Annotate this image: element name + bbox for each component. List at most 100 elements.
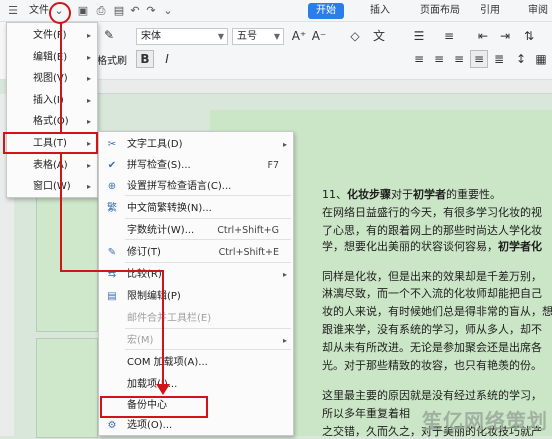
format-painter-label[interactable]: 格式刷: [97, 52, 127, 67]
chevron-right-icon: ▸: [282, 140, 287, 149]
chevron-right-icon: ▸: [87, 74, 92, 84]
tools-menu-item-label: COM 加载项(A)...: [127, 357, 208, 368]
annotation-arrow-icon: [156, 384, 170, 395]
phonetic-icon[interactable]: 文: [370, 27, 388, 45]
tab-references[interactable]: 引用: [480, 3, 500, 19]
app-menu-item[interactable]: 插入(I) ▸: [7, 91, 97, 111]
document-text-line: 在网络日益盛行的今天，有很多学习化妆的视: [322, 206, 542, 220]
tools-menu-item[interactable]: ▤ 限制编辑(P): [99, 287, 293, 307]
decrease-indent-icon[interactable]: ⇤: [474, 27, 492, 45]
tab-review[interactable]: 审阅: [528, 3, 548, 19]
tools-submenu: ✂ 文字工具(D) ▸ ✔ 拼写检查(S)... F7 ⊕ 设置拼写检查语言(C)... 繁中文…: [98, 131, 294, 436]
annotation-line: [60, 154, 62, 272]
tools-menu-item[interactable]: ⊕ 设置拼写检查语言(C)...: [99, 177, 293, 197]
horizontal-ruler[interactable]: [92, 80, 552, 94]
app-menu-item-label: 窗口(W): [33, 181, 71, 193]
document-bold-text: 初学者: [413, 188, 446, 201]
document-bold-text: 化妆步骤: [347, 188, 391, 201]
document-text: 在网络日益盛行的今天，有很多学习化妆的视: [322, 206, 542, 219]
tools-menu-item-label: 设置拼写检查语言(C)...: [127, 181, 232, 192]
document-text: 所以多年重复着相: [322, 407, 410, 420]
tools-menu-item[interactable]: ⚙ 选项(O)...: [99, 416, 293, 436]
tools-menu-item[interactable]: 字数统计(W)... Ctrl+Shift+G: [99, 221, 293, 241]
tools-menu-item[interactable]: ✂ 文字工具(D) ▸: [99, 135, 293, 155]
tools-menu-item-label: 字数统计(W)...: [127, 225, 195, 236]
save-icon[interactable]: ▣: [76, 4, 90, 18]
clear-format-icon[interactable]: ◇: [346, 27, 364, 45]
italic-button[interactable]: I: [158, 50, 176, 68]
align-left-icon[interactable]: ≡: [410, 50, 428, 68]
document-text-line: 妆的人来说，有时候她们总是得非常的盲从，想: [322, 305, 552, 319]
chevron-right-icon: ▸: [87, 182, 92, 192]
document-text: 妆的人来说，有时候她们总是得非常的盲从，想: [322, 305, 552, 318]
document-text-line: 光。对于那些精致的妆容，也只有艳羡的份。: [322, 359, 542, 373]
document-text: 光。对于那些精致的妆容，也只有艳羡的份。: [322, 359, 542, 372]
highlight-backup-center: [100, 396, 208, 418]
more-icon[interactable]: ⌄: [161, 4, 175, 18]
increase-indent-icon[interactable]: ⇥: [496, 27, 514, 45]
shading-icon[interactable]: ▦: [532, 50, 550, 68]
app-menu-item[interactable]: 编辑(E) ▸: [7, 48, 97, 68]
document-text-line: 却从未有所改进。无论是参加聚会还是出席各: [322, 341, 542, 355]
document-text: 同样是化妆，但是出来的效果却是千差万别，: [322, 270, 542, 283]
bold-button[interactable]: B: [136, 50, 154, 68]
file-menu-button[interactable]: 文件: [29, 3, 49, 19]
distributed-icon[interactable]: ≣: [490, 50, 508, 68]
shortcut-text: Ctrl+Shift+E: [218, 247, 279, 258]
page-thumbnail[interactable]: [36, 196, 98, 332]
tools-menu-item[interactable]: ✔ 拼写检查(S)... F7: [99, 156, 293, 176]
tools-menu-item[interactable]: ✎ 修订(T) Ctrl+Shift+E: [99, 243, 293, 263]
undo-icon[interactable]: ↶: [128, 4, 142, 18]
app-menu: 文件(F) ▸ 编辑(E) ▸ 视图(V) ▸ 插入(I) ▸ 格式(O) ▸ 工具(T) ▸ 表格(A…: [6, 22, 98, 198]
app-menu-item[interactable]: 窗口(W) ▸: [7, 177, 97, 197]
app-menu-item[interactable]: 格式(O) ▸: [7, 112, 97, 132]
app-menu-item[interactable]: 表格(A) ▸: [7, 156, 97, 176]
print-icon[interactable]: ⎙: [94, 4, 108, 18]
line-spacing-icon[interactable]: ↕: [512, 50, 530, 68]
tools-menu-item[interactable]: ⇆ 比较(R) ▸: [99, 265, 293, 285]
tools-menu-item[interactable]: 宏(M) ▸: [99, 331, 293, 351]
tools-menu-item-label: 中文简繁转换(N)...: [127, 203, 212, 214]
tools-menu-item-label: 限制编辑(P): [127, 291, 181, 302]
document-text-line: 所以多年重复着相: [322, 407, 410, 421]
font-name-value: 宋体: [141, 31, 161, 42]
document-text: 对于: [391, 188, 413, 201]
document-text: 跟谁来学，没有系统的学习，师从多人，却不: [322, 323, 542, 336]
watermark: 笙亿网络策划: [422, 409, 548, 433]
app-menu-item[interactable]: 视图(V) ▸: [7, 69, 97, 89]
tab-insert[interactable]: 插入: [370, 3, 390, 19]
restrict-icon: ▤: [107, 291, 117, 302]
redo-icon[interactable]: ↷: [144, 4, 158, 18]
document-text: 11、: [322, 188, 347, 201]
justify-icon[interactable]: ≡: [470, 50, 488, 68]
chevron-right-icon: ▸: [87, 31, 92, 40]
highlight-circle: [49, 2, 71, 24]
shrink-font-icon[interactable]: A⁻: [310, 27, 328, 45]
tab-start[interactable]: 开始: [308, 3, 344, 19]
document-text-line: 学，想要化出美丽的状容谈何容易，初学者化: [322, 240, 542, 254]
tools-menu-item[interactable]: COM 加载项(A)...: [99, 353, 293, 373]
title-toolbar: ☰ 文件 ⌄ ▣ ⎙ ▤ ↶ ↷ ⌄ 开始 插入 页面布局 引用 审阅: [0, 0, 552, 22]
font-size-select[interactable]: 五号 ▼: [232, 28, 284, 45]
page-thumbnail[interactable]: [36, 338, 98, 438]
tab-page-layout[interactable]: 页面布局: [420, 3, 460, 19]
shortcut-text: F7: [267, 160, 279, 171]
sort-icon[interactable]: ⇅: [520, 27, 538, 45]
tools-menu-item[interactable]: 邮件合并工具栏(E): [99, 309, 293, 329]
print-preview-icon[interactable]: ▤: [112, 4, 126, 18]
format-painter-icon[interactable]: ✎: [100, 26, 118, 44]
tools-menu-item[interactable]: 加载项(I)...: [99, 375, 293, 395]
tools-menu-item[interactable]: 繁中文简繁转换(N)...: [99, 199, 293, 219]
bullet-list-icon[interactable]: ☰: [410, 27, 428, 45]
font-name-select[interactable]: 宋体 ▼: [136, 28, 228, 45]
tools-menu-item-label: 修订(T): [127, 247, 161, 258]
align-right-icon[interactable]: ≡: [450, 50, 468, 68]
chevron-down-icon: ▼: [217, 32, 224, 41]
grow-font-icon[interactable]: A⁺: [290, 27, 308, 45]
align-center-icon[interactable]: ≡: [430, 50, 448, 68]
document-text: 却从未有所改进。无论是参加聚会还是出席各: [322, 341, 542, 354]
app-menu-item[interactable]: 文件(F) ▸: [7, 26, 97, 46]
numbered-list-icon[interactable]: ≡: [440, 27, 458, 45]
chevron-right-icon: ▸: [282, 336, 287, 345]
hamburger-icon[interactable]: ☰: [6, 4, 20, 18]
